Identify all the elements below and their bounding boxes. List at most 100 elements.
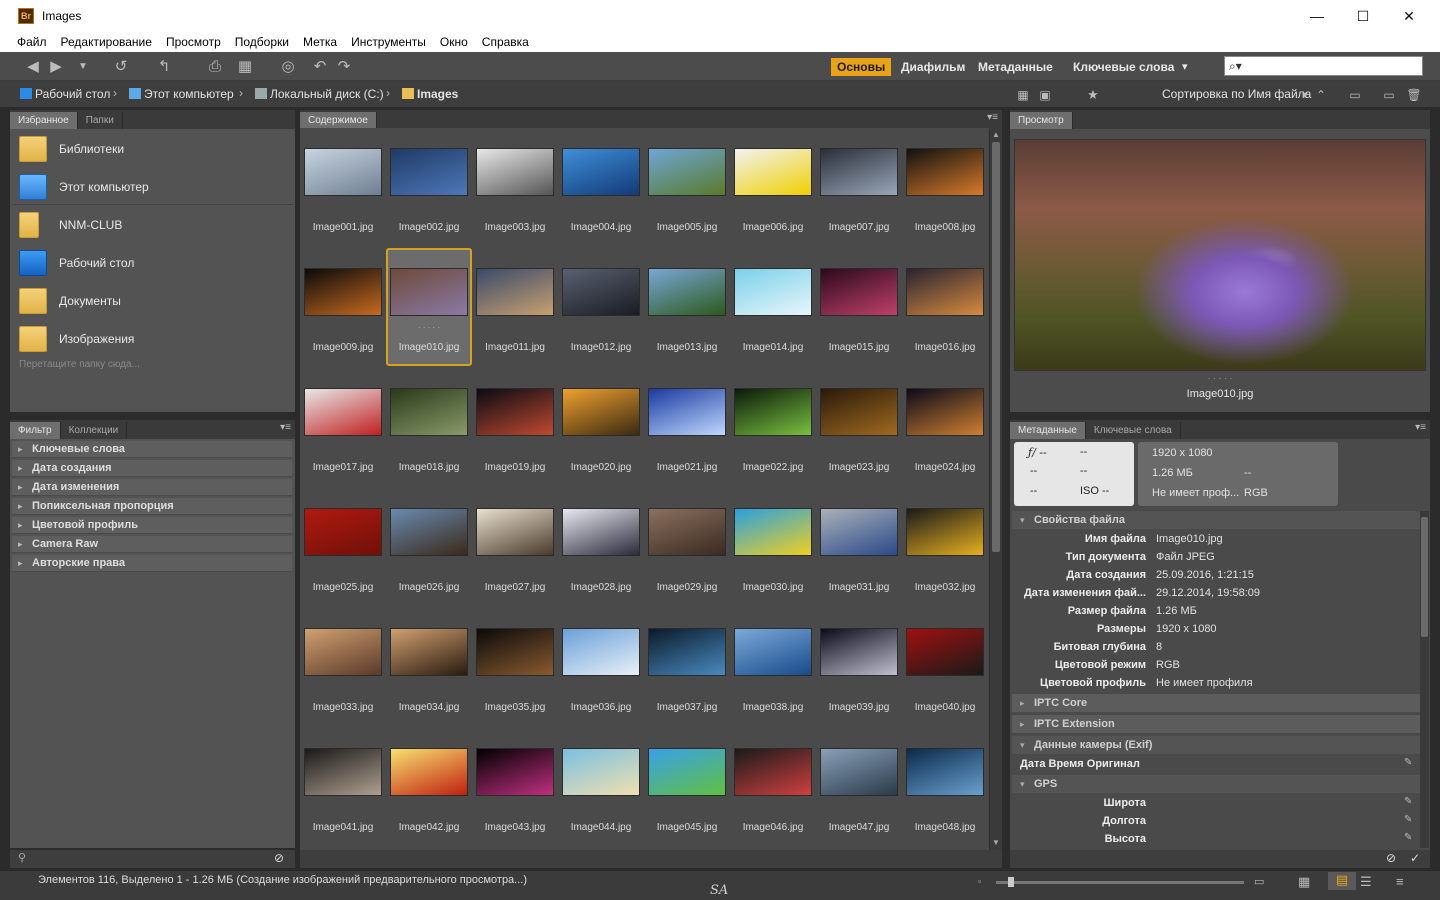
fav-nnm-club[interactable]: NNM-CLUB [19,208,122,242]
camera-import-icon[interactable]: ⎙ [206,58,224,76]
new-folder-icon[interactable]: ▭ [1380,86,1398,104]
workspace-keywords[interactable]: Ключевые слова [1067,58,1180,76]
preview-image[interactable] [1014,139,1426,371]
open-in-camera-raw-icon[interactable]: ◎ [279,58,297,76]
thumbnail-image[interactable] [648,748,726,796]
rating-dots[interactable]: · · · · · [1014,373,1426,383]
thumbnail-image[interactable] [734,508,812,556]
thumbnail-image[interactable] [390,748,468,796]
thumbnail-item[interactable]: Image048.jpg [902,728,988,846]
workspace-metadata[interactable]: Метаданные [972,58,1059,76]
sort-ascending-icon[interactable]: ⌃ [1312,86,1330,104]
menu-view[interactable]: Просмотр [159,35,228,49]
scroll-up-icon[interactable]: ▲ [992,130,1000,139]
thumbnail-image[interactable] [476,508,554,556]
view-list-icon[interactable]: ≡ [1396,874,1404,889]
section-exif[interactable]: Данные камеры (Exif) [1012,736,1420,754]
thumbnail-item[interactable]: Image028.jpg [558,488,644,606]
content-panel-menu-icon[interactable]: ▾≡ [987,112,998,123]
thumbnail-item[interactable]: Image013.jpg [644,248,730,366]
rotate-right-icon[interactable]: ↷ [335,58,353,76]
thumbnail-item[interactable]: Image034.jpg [386,608,472,726]
fav-desktop[interactable]: Рабочий стол [19,246,134,280]
thumbnail-image[interactable] [562,388,640,436]
tab-keywords[interactable]: Ключевые слова [1085,422,1181,439]
thumbnail-image[interactable] [734,748,812,796]
menu-edit[interactable]: Редактирование [54,35,159,49]
return-icon[interactable]: ↰ [155,58,173,76]
thumbnail-image[interactable] [390,388,468,436]
thumbnail-image[interactable] [390,508,468,556]
thumbnail-image[interactable] [820,508,898,556]
section-iptc-extension[interactable]: IPTC Extension [1012,715,1420,733]
edit-pencil-icon[interactable]: ✎ [1404,757,1412,768]
thumbnail-item[interactable]: Image023.jpg [816,368,902,486]
filter-camera-raw[interactable]: Camera Raw [12,536,292,553]
thumbnail-image[interactable] [648,628,726,676]
thumbnail-item[interactable]: Image029.jpg [644,488,730,606]
thumbnail-item[interactable]: Image002.jpg [386,128,472,246]
tab-favorites[interactable]: Избранное [10,112,78,129]
thumbnail-size-slider[interactable] [996,877,1244,887]
pin-icon[interactable]: ⚲ [18,851,26,864]
thumbnail-item[interactable]: Image009.jpg [300,248,386,366]
thumbnail-item[interactable]: Image004.jpg [558,128,644,246]
thumbnail-image[interactable] [304,748,382,796]
workspace-filmstrip[interactable]: Диафильм [895,58,971,76]
thumbnail-item[interactable]: Image001.jpg [300,128,386,246]
menu-tools[interactable]: Инструменты [344,35,433,49]
metadata-scroll-thumb[interactable] [1421,517,1428,637]
menu-label[interactable]: Метка [296,35,344,49]
thumbnail-item[interactable]: Image003.jpg [472,128,558,246]
section-iptc-core[interactable]: IPTC Core [1012,694,1420,712]
thumbnail-image[interactable] [390,148,468,196]
thumbnail-image[interactable] [820,268,898,316]
filter-pixel-aspect[interactable]: Попиксельная пропорция [12,498,292,515]
forward-icon[interactable]: ▶ [47,58,65,76]
thumbnail-image[interactable] [906,748,984,796]
crumb-separator-icon[interactable]: › [239,86,243,100]
filter-keywords[interactable]: Ключевые слова [12,441,292,458]
thumbnail-image[interactable] [390,628,468,676]
clear-filter-icon[interactable]: ⊘ [274,851,284,865]
thumbnail-item[interactable]: Image015.jpg [816,248,902,366]
tab-filter[interactable]: Фильтр [10,422,61,439]
fav-documents[interactable]: Документы [19,284,121,318]
thumbnail-quality-icon[interactable]: ▣ [1036,86,1054,104]
thumbnail-image[interactable] [648,148,726,196]
metadata-panel-menu-icon[interactable]: ▾≡ [1415,422,1426,433]
thumbnail-item[interactable]: Image016.jpg [902,248,988,366]
open-recent-icon[interactable]: ▭ [1346,86,1364,104]
apply-check-icon[interactable]: ✓ [1410,851,1420,865]
thumbnail-image[interactable] [304,268,382,316]
recent-folder-icon[interactable]: ↺ [112,58,130,76]
tab-metadata[interactable]: Метаданные [1010,422,1086,439]
thumbnail-image[interactable] [304,508,382,556]
tab-content[interactable]: Содержимое [300,112,377,129]
thumbnail-item[interactable]: Image007.jpg [816,128,902,246]
metadata-scrollbar[interactable] [1420,511,1429,848]
thumbnail-item[interactable]: Image037.jpg [644,608,730,726]
thumbnail-image[interactable] [734,268,812,316]
quality-icon[interactable]: ▦ [1014,86,1032,104]
thumbnail-image[interactable] [906,268,984,316]
thumbnail-image[interactable] [734,628,812,676]
fav-pictures[interactable]: Изображения [19,322,134,356]
workspace-essentials[interactable]: Основы [831,58,892,76]
tab-collections[interactable]: Коллекции [60,422,128,439]
filter-date-created[interactable]: Дата создания [12,460,292,477]
star-filter-icon[interactable]: ★ [1084,86,1102,104]
thumbnail-item[interactable]: Image033.jpg [300,608,386,726]
thumbnail-image[interactable] [562,508,640,556]
tab-folders[interactable]: Папки [77,112,123,129]
rotate-left-icon[interactable]: ↶ [311,58,329,76]
thumbnail-item[interactable]: Image044.jpg [558,728,644,846]
thumbnail-item[interactable]: Image030.jpg [730,488,816,606]
thumbnail-image[interactable] [562,268,640,316]
workspace-more-icon[interactable]: ▾ [1176,58,1194,76]
thumbnail-item[interactable]: Image042.jpg [386,728,472,846]
back-icon[interactable]: ◀ [24,58,42,76]
view-thumbnails-icon[interactable]: ▤ [1328,872,1356,890]
thumbnail-image[interactable] [304,148,382,196]
edit-pencil-icon[interactable]: ✎ [1404,814,1412,825]
